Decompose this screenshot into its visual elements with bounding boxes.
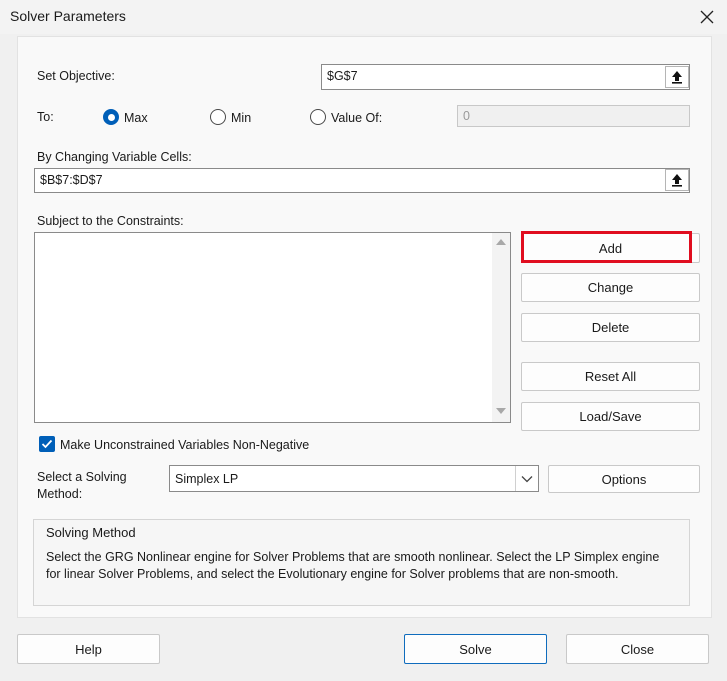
close-icon <box>700 10 714 24</box>
change-button-label: Change <box>587 280 634 295</box>
max-radio[interactable] <box>103 109 119 125</box>
change-button[interactable]: Change <box>521 273 700 302</box>
close-window-button[interactable] <box>693 3 721 31</box>
value-of-radio[interactable] <box>310 109 326 125</box>
nonneg-checkbox[interactable] <box>39 436 55 452</box>
help-button-label: Help <box>75 641 102 657</box>
dropdown-button[interactable] <box>515 466 538 491</box>
solving-method-title: Solving Method <box>46 525 136 540</box>
checkmark-icon <box>41 439 53 449</box>
changing-cells-label: By Changing Variable Cells: <box>37 150 192 164</box>
set-objective-collapse-button[interactable] <box>665 66 689 88</box>
solving-method-groupbox: Solving Method Select the GRG Nonlinear … <box>33 519 690 606</box>
scroll-up-icon[interactable] <box>496 239 506 245</box>
solve-button[interactable]: Solve <box>404 634 547 664</box>
load-save-button[interactable]: Load/Save <box>521 402 700 431</box>
changing-cells-collapse-button[interactable] <box>665 169 689 191</box>
constraints-label: Subject to the Constraints: <box>37 214 184 228</box>
add-button-highlight <box>521 231 692 263</box>
set-objective-label: Set Objective: <box>37 69 115 83</box>
close-button-label: Close <box>620 641 655 657</box>
help-button[interactable]: Help <box>17 634 160 664</box>
constraints-scrollbar[interactable] <box>492 233 510 422</box>
solving-method-label-line2: Method: <box>37 487 83 501</box>
options-button[interactable]: Options <box>548 465 700 493</box>
options-button-label: Options <box>601 471 647 487</box>
solve-button-label: Solve <box>459 641 492 657</box>
load-save-button-label: Load/Save <box>579 409 642 424</box>
value-of-input[interactable]: 0 <box>457 105 690 127</box>
set-objective-value: $G$7 <box>327 69 358 83</box>
scroll-down-icon[interactable] <box>496 408 506 414</box>
value-of-radio-label[interactable]: Value Of: <box>331 111 382 125</box>
window-title: Solver Parameters <box>10 8 126 24</box>
nonneg-label[interactable]: Make Unconstrained Variables Non-Negativ… <box>60 438 309 452</box>
chevron-down-icon <box>521 475 533 482</box>
reset-all-button[interactable]: Reset All <box>521 362 700 391</box>
min-radio-label[interactable]: Min <box>231 111 251 125</box>
set-objective-input[interactable]: $G$7 <box>321 64 690 90</box>
delete-button[interactable]: Delete <box>521 313 700 342</box>
to-label: To: <box>37 110 54 124</box>
constraints-list[interactable] <box>34 232 511 423</box>
collapse-dialog-icon <box>672 174 682 187</box>
solving-method-value: Simplex LP <box>175 472 239 486</box>
changing-cells-input[interactable]: $B$7:$D$7 <box>34 168 690 193</box>
max-radio-label[interactable]: Max <box>124 111 148 125</box>
solving-method-select[interactable]: Simplex LP <box>169 465 539 492</box>
collapse-dialog-icon <box>672 71 682 84</box>
value-of-value: 0 <box>463 109 470 123</box>
changing-cells-value: $B$7:$D$7 <box>40 173 103 187</box>
min-radio[interactable] <box>210 109 226 125</box>
solving-method-label-line1: Select a Solving <box>37 470 127 484</box>
delete-button-label: Delete <box>591 320 630 335</box>
close-button[interactable]: Close <box>566 634 709 664</box>
solving-method-description: Select the GRG Nonlinear engine for Solv… <box>46 550 660 581</box>
reset-all-button-label: Reset All <box>584 369 637 384</box>
